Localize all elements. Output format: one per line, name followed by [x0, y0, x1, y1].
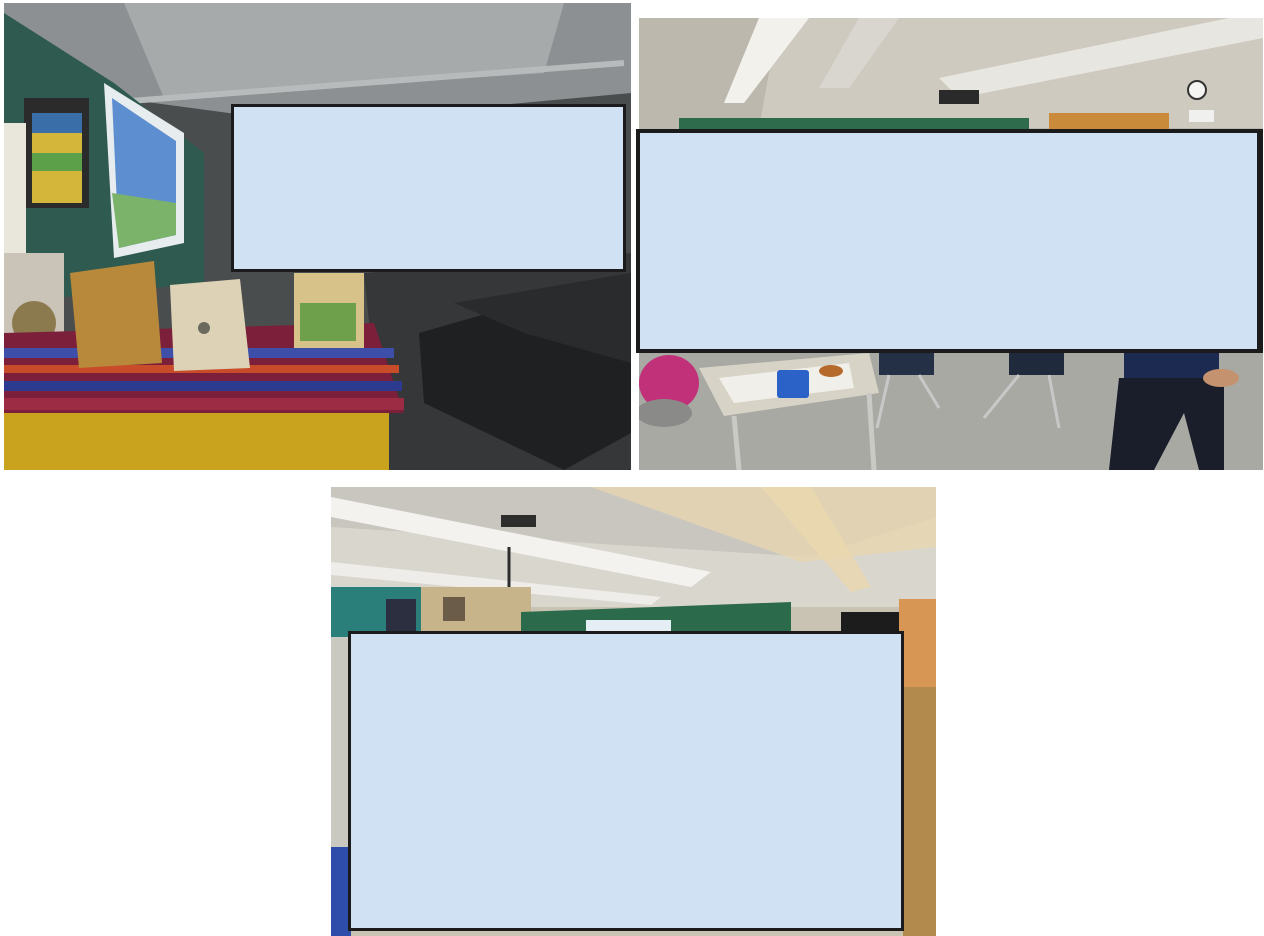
redaction-box-photo-2	[636, 129, 1263, 353]
redaction-box-photo-1	[231, 104, 626, 272]
redaction-box-photo-3	[348, 631, 904, 931]
